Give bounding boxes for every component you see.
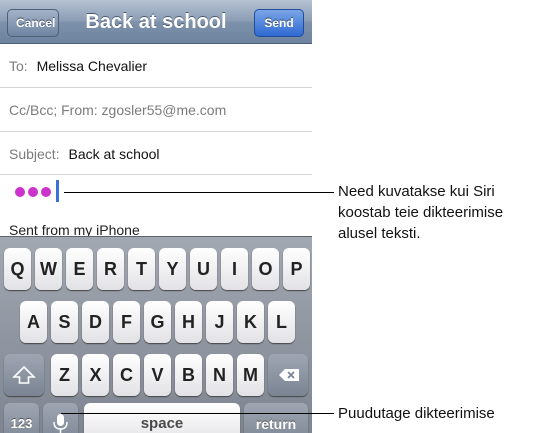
return-key[interactable]: return — [244, 403, 308, 433]
text-cursor — [56, 180, 59, 202]
key-b[interactable]: B — [175, 354, 202, 396]
mic-callout-line — [61, 413, 334, 414]
key-l[interactable]: L — [268, 301, 295, 343]
key-n[interactable]: N — [206, 354, 233, 396]
key-j[interactable]: J — [206, 301, 233, 343]
numbers-key[interactable]: 123 — [4, 403, 39, 433]
key-a[interactable]: A — [20, 301, 47, 343]
key-q[interactable]: Q — [4, 248, 31, 290]
key-v[interactable]: V — [144, 354, 171, 396]
delete-icon — [268, 354, 308, 383]
progress-dot — [41, 187, 51, 197]
progress-dot — [28, 187, 38, 197]
to-value: Melissa Chevalier — [36, 58, 148, 74]
key-k[interactable]: K — [237, 301, 264, 343]
dots-callout-line-3: alusel teksti. — [338, 225, 421, 242]
key-x[interactable]: X — [82, 354, 109, 396]
microphone-icon — [43, 403, 78, 433]
key-i[interactable]: I — [221, 248, 248, 290]
key-o[interactable]: O — [252, 248, 279, 290]
shift-icon — [4, 354, 44, 385]
key-u[interactable]: U — [190, 248, 217, 290]
key-h[interactable]: H — [175, 301, 202, 343]
dots-callout-text: Need kuvatakse kui Siri koostab teie dik… — [338, 181, 503, 244]
key-e[interactable]: E — [66, 248, 93, 290]
dots-callout-line — [64, 192, 334, 193]
cc-bcc-from-field[interactable]: Cc/Bcc; From: zgosler55@me.com — [0, 89, 312, 132]
key-m[interactable]: M — [237, 354, 264, 396]
to-field[interactable]: To: Melissa Chevalier — [0, 45, 312, 88]
dots-callout-line-1: Need kuvatakse kui Siri — [338, 183, 495, 200]
send-button[interactable]: Send — [254, 9, 304, 37]
key-y[interactable]: Y — [159, 248, 186, 290]
page-title: Back at school — [85, 11, 227, 33]
key-z[interactable]: Z — [51, 354, 78, 396]
subject-field[interactable]: Subject: Back at school — [0, 133, 312, 175]
key-t[interactable]: T — [128, 248, 155, 290]
key-g[interactable]: G — [144, 301, 171, 343]
cancel-button[interactable]: Cancel — [7, 9, 59, 37]
cc-bcc-from-text: Cc/Bcc; From: zgosler55@me.com — [9, 102, 227, 118]
progress-dot — [15, 187, 25, 197]
subject-value: Back at school — [68, 146, 160, 162]
key-f[interactable]: F — [113, 301, 140, 343]
dots-callout-line-2: koostab teie dikteerimise — [338, 204, 504, 221]
key-s[interactable]: S — [51, 301, 78, 343]
key-w[interactable]: W — [35, 248, 62, 290]
delete-key[interactable] — [268, 354, 308, 396]
dictation-key[interactable] — [43, 403, 78, 433]
key-d[interactable]: D — [82, 301, 109, 343]
keyboard: Q W E R T Y U I O P A S D F G H J K L Z … — [0, 236, 312, 433]
phone-screen: Cancel Back at school Send To: Melissa C… — [0, 0, 312, 433]
space-key[interactable]: space — [84, 403, 240, 433]
key-p[interactable]: P — [283, 248, 310, 290]
mic-callout-text: Puudutage dikteerimise — [338, 405, 495, 422]
to-label: To: — [9, 58, 28, 74]
subject-label: Subject: — [9, 146, 60, 162]
nav-bar: Cancel Back at school Send — [0, 0, 312, 44]
key-c[interactable]: C — [113, 354, 140, 396]
shift-key[interactable] — [4, 354, 44, 396]
key-r[interactable]: R — [97, 248, 124, 290]
